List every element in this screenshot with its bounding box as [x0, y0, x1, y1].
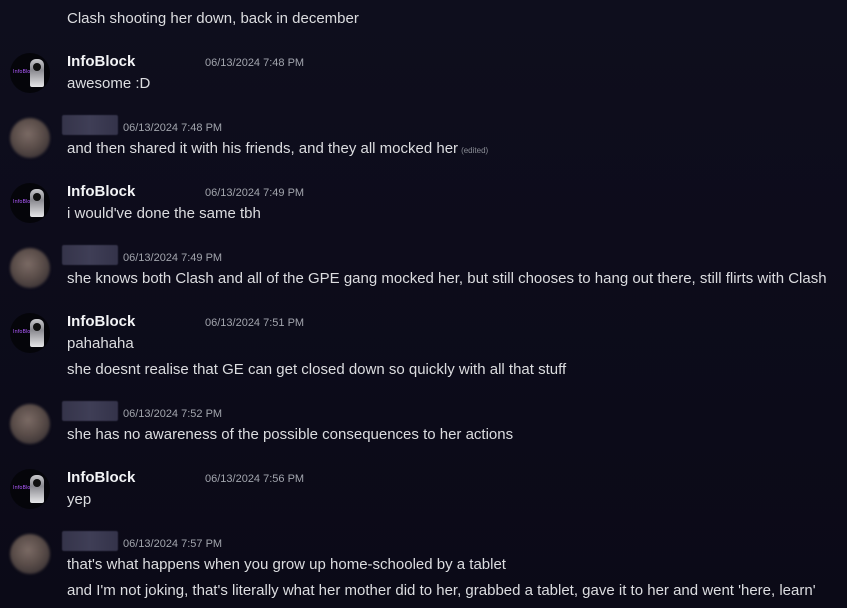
message-text: she has no awareness of the possible con… — [67, 426, 514, 443]
username[interactable]: InfoBlock — [67, 469, 135, 487]
message-text: pahahaha — [67, 335, 134, 352]
avatar[interactable]: InfoBlock — [10, 469, 50, 509]
username[interactable]: InfoBlock — [67, 313, 135, 331]
message-text: and I'm not joking, that's literally wha… — [67, 582, 816, 599]
avatar[interactable]: InfoBlock — [10, 53, 50, 93]
message-timestamp: 06/13/2024 7:48 PM — [205, 57, 305, 69]
avatar[interactable] — [10, 534, 50, 574]
redacted-username — [62, 531, 118, 551]
message-text: i would've done the same tbh — [67, 205, 261, 222]
message-text: yep — [67, 491, 92, 508]
avatar-figure-icon — [30, 189, 44, 217]
message-timestamp: 06/13/2024 7:49 PM — [205, 187, 305, 199]
avatar[interactable] — [10, 118, 50, 158]
redacted-username — [62, 115, 118, 135]
avatar-figure-icon — [30, 475, 44, 503]
message-text-content: and then shared it with his friends, and… — [67, 140, 459, 157]
avatar[interactable]: InfoBlock — [10, 313, 50, 353]
message-timestamp: 06/13/2024 7:52 PM — [123, 408, 223, 420]
redacted-username — [62, 401, 118, 421]
message-timestamp: 06/13/2024 7:56 PM — [205, 473, 305, 485]
username[interactable]: InfoBlock — [67, 53, 135, 71]
edited-label: (edited) — [461, 146, 489, 155]
message-text: awesome :D — [67, 75, 151, 92]
message-timestamp: 06/13/2024 7:57 PM — [123, 538, 223, 550]
redacted-username — [62, 245, 118, 265]
message-timestamp: 06/13/2024 7:51 PM — [205, 317, 305, 329]
message-text: she doesnt realise that GE can get close… — [67, 361, 567, 378]
message-text: Clash shooting her down, back in decembe… — [67, 10, 359, 27]
avatar[interactable] — [10, 248, 50, 288]
message-text: she knows both Clash and all of the GPE … — [67, 270, 827, 287]
message-text: that's what happens when you grow up hom… — [67, 556, 506, 573]
message-timestamp: 06/13/2024 7:49 PM — [123, 252, 223, 264]
avatar[interactable] — [10, 404, 50, 444]
message-text: and then shared it with his friends, and… — [67, 140, 488, 160]
avatar-figure-icon — [30, 59, 44, 87]
message-timestamp: 06/13/2024 7:48 PM — [123, 122, 223, 134]
username[interactable]: InfoBlock — [67, 183, 135, 201]
avatar[interactable]: InfoBlock — [10, 183, 50, 223]
avatar-figure-icon — [30, 319, 44, 347]
